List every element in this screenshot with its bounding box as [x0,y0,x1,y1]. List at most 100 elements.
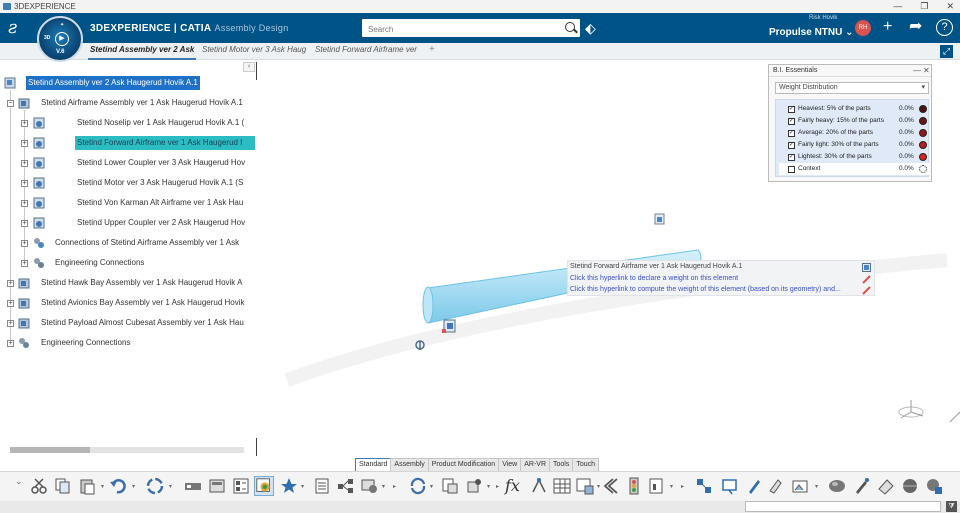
tree-label[interactable]: Engineering Connections [55,256,255,270]
share-icon[interactable]: ➦ [909,18,922,36]
tree-row[interactable]: + Stetind Von Karman Alt Airframe ver 1 … [0,196,256,210]
list-icon[interactable] [312,476,332,496]
render-icon[interactable] [900,476,920,496]
measure-icon[interactable] [183,476,203,496]
favorite-icon[interactable] [279,476,299,496]
tree-row[interactable]: + Stetind Forward Airframe ver 1 Ask Hau… [0,136,256,150]
tree-label[interactable]: Stetind Motor ver 3 Ask Haugerud Hovik A… [77,176,255,190]
tag-icon[interactable]: ⬖ [585,20,601,36]
weight-icon[interactable] [862,275,871,284]
chevron-down-icon[interactable]: ▾ [169,483,172,490]
knowledge-icon[interactable] [529,476,549,496]
image-icon[interactable] [791,476,811,496]
expand-toggle-icon[interactable]: + [7,320,14,327]
compute-weight-icon[interactable] [862,286,871,295]
tree-label[interactable]: Stetind Forward Airframe ver 1 Ask Hauge… [75,136,255,150]
tree-row[interactable]: + Stetind Avionics Bay Assembly ver 1 As… [0,296,256,310]
expand-toggle-icon[interactable]: + [21,220,28,227]
paste-icon[interactable] [78,476,98,496]
section-tab-view[interactable]: View [498,458,522,471]
tree-label[interactable]: Stetind Airframe Assembly ver 1 Ask Haug… [41,96,255,110]
sphere-icon[interactable] [827,476,847,496]
legend-checkbox[interactable]: ✓ [788,118,795,125]
weight-distribution-dropdown[interactable]: Weight Distribution [775,82,929,94]
tree-label[interactable]: Stetind Noselip ver 1 Ask Haugerud Hovik… [77,116,255,130]
tree-label[interactable]: Stetind Avionics Bay Assembly ver 1 Ask … [41,296,255,310]
expand-toggle-icon[interactable]: + [21,140,28,147]
maximize-icon[interactable]: ❐ [920,0,928,13]
cut-icon[interactable] [29,476,49,496]
tree-row[interactable]: + Stetind Motor ver 3 Ask Haugerud Hovik… [0,176,256,190]
tree-label[interactable]: Stetind Von Karman Alt Airframe ver 1 As… [77,196,255,210]
shapes-icon[interactable] [464,476,484,496]
play-icon[interactable]: ▶ [55,32,69,46]
scrollbar-thumb[interactable] [10,447,90,453]
tree-row[interactable]: + Stetind Hawk Bay Assembly ver 1 Ask Ha… [0,276,256,290]
compute-weight-link[interactable]: Click this hyperlink to compute the weig… [570,286,841,293]
chevron-down-icon[interactable]: ▾ [132,483,135,490]
tree-row[interactable]: + Stetind Noselip ver 1 Ask Haugerud Hov… [0,116,256,130]
tree-icon[interactable] [336,476,356,496]
add-tab-icon[interactable]: + [429,44,435,55]
expand-toggle-icon[interactable]: + [7,280,14,287]
tree-row[interactable]: + Connections of Stetind Airframe Assemb… [0,236,256,250]
expand-toggle-icon[interactable]: + [21,160,28,167]
tenant-selector[interactable]: Propulse NTNU ⌄ [769,27,854,38]
search-input[interactable] [362,20,552,39]
move-icon[interactable] [720,476,740,496]
expand-toggle-icon[interactable]: + [21,120,28,127]
tree-row[interactable]: Stetind Assembly ver 2 Ask Haugerud Hovi… [0,76,256,90]
expand-toggle-icon[interactable]: + [21,180,28,187]
legend-checkbox[interactable]: ✓ [788,130,795,137]
signal-icon[interactable] [624,476,644,496]
tree-label[interactable]: Stetind Hawk Bay Assembly ver 1 Ask Haug… [41,276,255,290]
undo-icon[interactable] [109,476,129,496]
bi-essentials-icon[interactable] [254,476,274,496]
close-panel-icon[interactable]: ✕ [923,65,930,77]
tree-row[interactable]: + Engineering Connections [0,256,256,270]
collapse-panel-button[interactable]: ‹ [243,62,255,72]
minimize-icon[interactable]: — [893,0,902,13]
tree-label[interactable]: Stetind Upper Coupler ver 2 Ask Haugerud… [77,216,255,230]
expand-toggle-icon[interactable]: + [21,240,28,247]
pen-icon[interactable] [744,476,764,496]
chevron-down-icon[interactable]: ▾ [430,483,433,490]
chevron-right-icon[interactable]: ▸ [681,483,684,490]
section-tab-tools[interactable]: Tools [549,458,574,471]
tree-label[interactable]: Connections of Stetind Airframe Assembly… [55,236,255,250]
tree-row[interactable]: + Engineering Connections [0,336,256,350]
chevron-down-icon[interactable]: ▾ [301,483,304,490]
legend-checkbox[interactable]: ✓ [788,106,795,113]
compass-widget[interactable]: ✦ 3D ▶ V.6 [37,16,83,62]
legend-checkbox[interactable] [788,166,795,173]
tree-label[interactable]: Stetind Payload Almost Cubesat Assembly … [41,316,255,330]
tab-stetind-forward-airframe[interactable]: Stetind Forward Airframe ver [315,45,422,54]
chevron-down-icon[interactable]: ▾ [597,483,600,490]
declare-weight-link[interactable]: Click this hyperlink to declare a weight… [570,275,738,282]
command-input[interactable] [745,501,941,512]
ds-logo-icon[interactable]: ƨ [8,17,17,38]
rule-icon[interactable] [601,476,621,496]
tab-stetind-motor[interactable]: Stetind Motor ver 3 Ask Haug [202,45,310,54]
expand-toggle-icon[interactable]: + [7,300,14,307]
plus-icon[interactable]: + [883,18,892,36]
tree-label[interactable]: Engineering Connections [41,336,255,350]
legend-checkbox[interactable]: ✓ [788,154,795,161]
chevron-down-icon[interactable]: ▾ [670,483,673,490]
chevron-right-icon[interactable]: ▸ [496,483,499,490]
table-icon[interactable] [552,476,572,496]
table-edit-icon[interactable] [575,476,595,496]
avatar[interactable]: RH [855,20,871,36]
tree-label[interactable]: Stetind Lower Coupler ver 3 Ask Haugerud… [77,156,255,170]
material-icon[interactable] [924,476,944,496]
collapse-toggle-icon[interactable]: − [7,100,14,107]
catalog-icon[interactable] [440,476,460,496]
expand-icon[interactable]: ⤢ [940,45,953,58]
tree-row[interactable]: + Stetind Payload Almost Cubesat Assembl… [0,316,256,330]
weight-icon[interactable] [207,476,227,496]
chevron-down-icon[interactable]: ⌄ [15,476,23,487]
tree-row[interactable]: + Stetind Upper Coupler ver 2 Ask Hauger… [0,216,256,230]
constraint-icon[interactable] [694,476,714,496]
expand-toggle-icon[interactable]: + [7,340,14,347]
tree-row[interactable]: + Stetind Lower Coupler ver 3 Ask Hauger… [0,156,256,170]
